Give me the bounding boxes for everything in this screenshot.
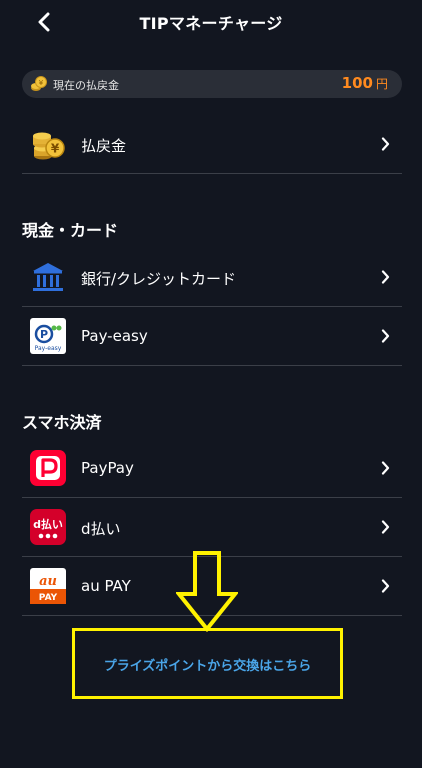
prize-point-exchange-link[interactable]: プライズポイントから交換はこちら [72,655,343,674]
pay-easy-label: Pay-easy [81,327,148,345]
chevron-right-icon [381,520,390,534]
svg-text:d払い: d払い [33,517,63,531]
balance-unit: 円 [375,77,388,91]
balance-amount: 100 円 [342,74,388,92]
page-title: TIPマネーチャージ [139,14,283,33]
svg-text:P: P [40,328,48,341]
d-barai-icon: d払い [30,509,66,545]
section-title-smartphone: スマホ決済 [22,413,102,432]
chevron-right-icon [381,461,390,475]
svg-text:PAY: PAY [39,593,58,603]
svg-text:¥: ¥ [51,142,60,156]
down-arrow-annotation-icon [176,551,238,632]
paypay-icon [30,450,66,486]
chevron-right-icon [381,579,390,593]
d-barai-label: d払い [81,520,121,538]
coin-icon: ¥ [31,76,47,91]
coins-icon: ¥ [33,132,65,160]
au-pay-label: au PAY [81,577,131,595]
balance-label: 現在の払戻金 [53,79,119,92]
chevron-right-icon [381,329,390,343]
pay-easy-row[interactable]: P Pay-easy Pay-easy [22,307,402,366]
d-barai-row[interactable]: d払い d払い [22,498,402,557]
balance-bar: ¥ 現在の払戻金 100 円 [22,70,402,98]
bank-credit-row[interactable]: 銀行/クレジットカード [22,248,402,307]
bank-credit-label: 銀行/クレジットカード [81,270,237,288]
header: TIPマネーチャージ [0,0,422,42]
svg-text:Pay-easy: Pay-easy [35,345,62,352]
chevron-right-icon [381,137,390,151]
pay-easy-icon: P Pay-easy [30,318,66,354]
bank-icon [33,263,63,291]
paypay-label: PayPay [81,459,134,477]
au-pay-icon: au PAY [30,568,66,604]
svg-text:au: au [39,574,57,589]
section-title-cash-card: 現金・カード [22,221,119,240]
refund-row[interactable]: ¥ 払戻金 [22,115,402,174]
paypay-row[interactable]: PayPay [22,439,402,498]
svg-text:¥: ¥ [39,79,44,87]
chevron-right-icon [381,270,390,284]
refund-label: 払戻金 [81,137,127,155]
balance-amount-value: 100 [341,74,373,92]
